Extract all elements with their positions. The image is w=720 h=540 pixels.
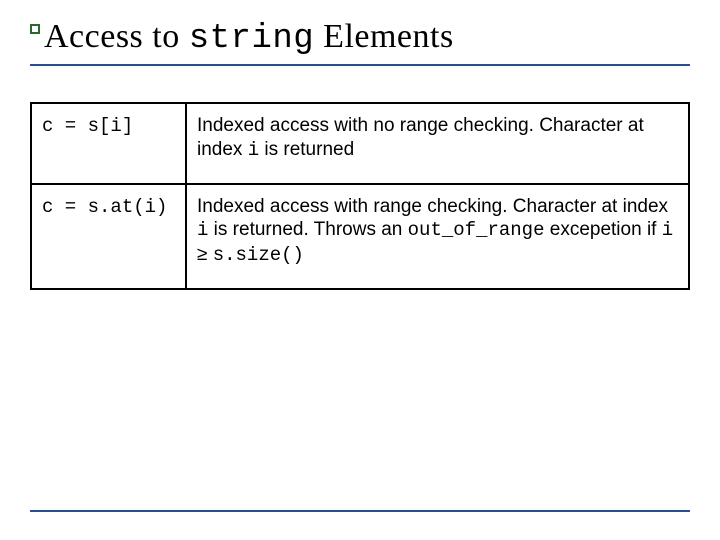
slide: Access to string Elements c = s[i] Index… bbox=[0, 0, 720, 540]
title-code: string bbox=[189, 20, 314, 58]
title-text-post: Elements bbox=[314, 18, 454, 55]
operations-table: c = s[i] Indexed access with no range ch… bbox=[30, 102, 690, 290]
bullet-square-icon bbox=[30, 24, 40, 34]
desc-code: i bbox=[662, 219, 673, 241]
desc-text: Indexed access with range checking. Char… bbox=[197, 196, 668, 217]
code-expr: c = s[i] bbox=[42, 115, 133, 137]
cell-code: c = s.at(i) bbox=[31, 184, 186, 289]
slide-title: Access to string Elements bbox=[44, 18, 690, 58]
desc-text: is returned. Throws an bbox=[208, 219, 407, 240]
desc-code: i bbox=[248, 139, 259, 161]
title-underline bbox=[30, 64, 690, 66]
desc-text: ≥ bbox=[197, 244, 213, 265]
cell-desc: Indexed access with range checking. Char… bbox=[186, 184, 689, 289]
desc-text: is returned bbox=[259, 139, 354, 160]
table-row: c = s[i] Indexed access with no range ch… bbox=[31, 103, 689, 184]
desc-text: excepetion if bbox=[544, 219, 661, 240]
code-expr: c = s.at(i) bbox=[42, 196, 167, 218]
desc-code: s.size() bbox=[213, 244, 304, 266]
title-text-pre: Access to bbox=[44, 18, 189, 55]
desc-code: i bbox=[197, 219, 208, 241]
cell-code: c = s[i] bbox=[31, 103, 186, 184]
bottom-underline bbox=[30, 510, 690, 512]
table-row: c = s.at(i) Indexed access with range ch… bbox=[31, 184, 689, 289]
title-block: Access to string Elements bbox=[30, 18, 690, 58]
cell-desc: Indexed access with no range checking. C… bbox=[186, 103, 689, 184]
desc-code: out_of_range bbox=[408, 219, 545, 241]
